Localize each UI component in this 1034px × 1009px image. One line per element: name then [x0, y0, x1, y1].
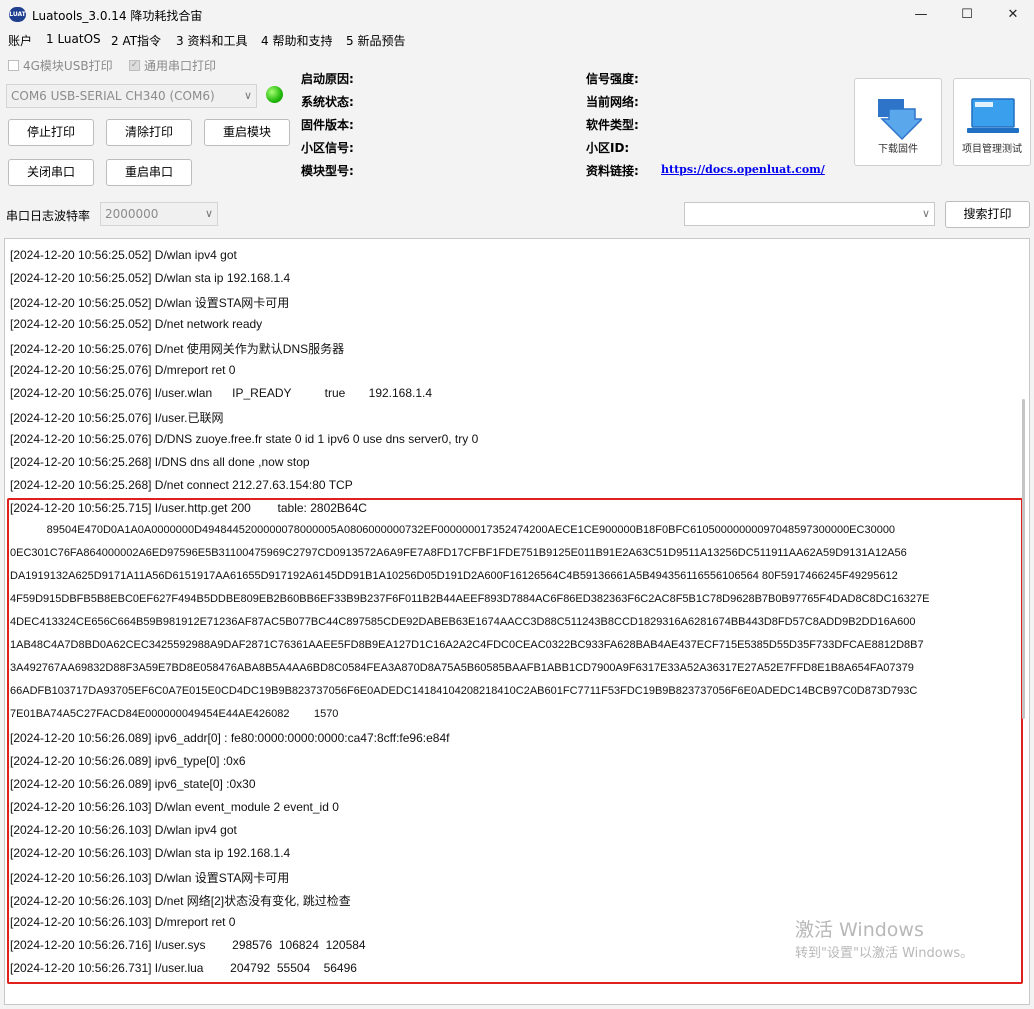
maximize-button[interactable]: ☐ [944, 0, 990, 30]
signal-strength-label: 信号强度: [586, 72, 639, 86]
log-line: [2024-12-20 10:56:25.268] D/net connect … [10, 478, 353, 492]
docs-link[interactable]: https://docs.openluat.com/ [661, 163, 825, 176]
menu-at-commands[interactable]: 2 AT指令 [111, 32, 161, 49]
search-select[interactable]: ∨ [684, 202, 935, 226]
checkmark-icon: ✓ [129, 60, 140, 71]
download-firmware-button[interactable]: 下载固件 [854, 78, 942, 166]
close-port-button[interactable]: 关闭串口 [8, 159, 94, 186]
chevron-down-icon: ∨ [243, 89, 252, 102]
log-line: [2024-12-20 10:56:25.076] D/DNS zuoye.fr… [10, 432, 479, 446]
activation-watermark-title: 激活 Windows [795, 919, 924, 941]
serial-print-label: 通用串口打印 [144, 59, 217, 73]
project-manage-button[interactable]: 项目管理测试 [953, 78, 1031, 166]
log-line: [2024-12-20 10:56:25.076] D/mreport ret … [10, 363, 236, 377]
serial-print-checkbox[interactable]: ✓ 通用串口打印 [129, 57, 216, 74]
search-print-button[interactable]: 搜索打印 [945, 201, 1030, 228]
app-logo-icon: LUAT [9, 7, 26, 22]
menu-resources-tools[interactable]: 3 资料和工具 [176, 32, 247, 49]
close-button[interactable]: ✕ [990, 0, 1034, 30]
chevron-down-icon: ∨ [921, 207, 930, 220]
chevron-down-icon: ∨ [204, 207, 213, 220]
menu-account[interactable]: 账户 [8, 32, 32, 49]
port-value: COM6 USB-SERIAL CH340 (COM6) [11, 89, 215, 103]
cell-id-label: 小区ID: [586, 141, 630, 155]
checkbox-box [8, 60, 19, 71]
docs-link-label: 资料链接: [586, 164, 639, 178]
log-line: [2024-12-20 10:56:25.076] I/user.wlan IP… [10, 386, 433, 400]
log-line: [2024-12-20 10:56:25.076] I/user.已联网 [10, 411, 224, 425]
log-line: [2024-12-20 10:56:25.052] D/net network … [10, 317, 263, 331]
usb-print-label: 4G模块USB打印 [23, 59, 113, 73]
project-manage-label: 项目管理测试 [962, 144, 1022, 155]
software-type-label: 软件类型: [586, 118, 639, 132]
title-bar: LUAT Luatools_3.0.14 降功耗找合宙 — ☐ ✕ [0, 0, 1034, 30]
baud-rate-label: 串口日志波特率 [6, 209, 91, 223]
clear-print-button[interactable]: 清除打印 [106, 119, 192, 146]
activation-watermark-subtitle: 转到"设置"以激活 Windows。 [795, 946, 974, 961]
menu-new-products[interactable]: 5 新品预告 [346, 32, 405, 49]
port-select[interactable]: COM6 USB-SERIAL CH340 (COM6) ∨ [6, 84, 257, 108]
minimize-button[interactable]: — [898, 0, 944, 30]
boot-reason-label: 启动原因: [301, 72, 354, 86]
baud-rate-value: 2000000 [105, 207, 159, 221]
restart-module-button[interactable]: 重启模块 [204, 119, 290, 146]
stop-print-button[interactable]: 停止打印 [8, 119, 94, 146]
baud-rate-select[interactable]: 2000000 ∨ [100, 202, 218, 226]
menu-luatos[interactable]: 1 LuatOS [46, 32, 101, 46]
download-firmware-label: 下载固件 [878, 144, 918, 155]
window-title: Luatools_3.0.14 降功耗找合宙 [32, 9, 203, 23]
download-arrow-icon [878, 99, 922, 141]
firmware-version-label: 固件版本: [301, 118, 354, 132]
log-output-panel[interactable]: [2024-12-20 10:56:25.052] D/wlan ipv4 go… [4, 238, 1030, 1005]
reopen-port-button[interactable]: 重启串口 [106, 159, 192, 186]
log-line: [2024-12-20 10:56:25.052] D/wlan ipv4 go… [10, 248, 237, 262]
log-line: [2024-12-20 10:56:25.268] I/DNS dns all … [10, 455, 310, 469]
log-line: [2024-12-20 10:56:25.076] D/net 使用网关作为默认… [10, 342, 345, 356]
menu-help-support[interactable]: 4 帮助和支持 [261, 32, 332, 49]
highlight-annotation-box [7, 498, 1023, 984]
log-line: [2024-12-20 10:56:25.052] D/wlan sta ip … [10, 271, 291, 285]
cell-signal-label: 小区信号: [301, 141, 354, 155]
log-scrollbar[interactable] [1022, 399, 1025, 719]
laptop-icon [967, 98, 1019, 133]
log-line: [2024-12-20 10:56:25.052] D/wlan 设置STA网卡… [10, 296, 290, 310]
connection-status-led [266, 86, 283, 103]
system-status-label: 系统状态: [301, 95, 354, 109]
usb-print-checkbox[interactable]: 4G模块USB打印 [8, 57, 113, 74]
menu-bar: 账户 1 LuatOS 2 AT指令 3 资料和工具 4 帮助和支持 5 新品预… [0, 30, 1034, 49]
current-network-label: 当前网络: [586, 95, 639, 109]
module-model-label: 模块型号: [301, 164, 354, 178]
